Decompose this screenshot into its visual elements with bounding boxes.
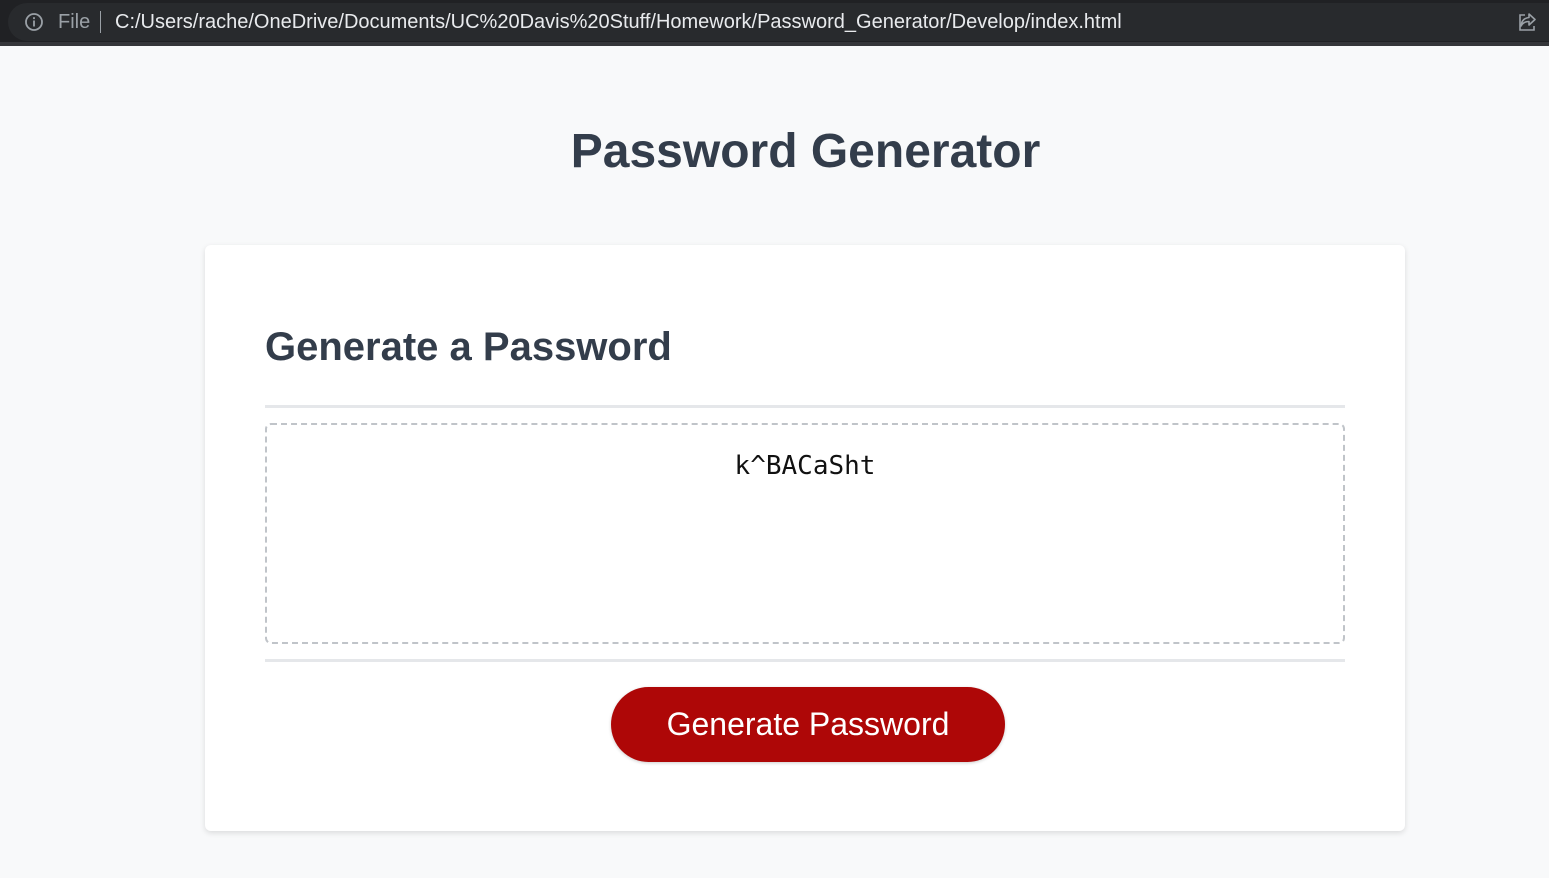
browser-toolbar: File C:/Users/rache/OneDrive/Documents/U… <box>0 0 1549 46</box>
password-output[interactable]: k^BACaSht <box>265 423 1345 644</box>
scheme-label: File <box>58 11 91 33</box>
share-icon[interactable] <box>1516 11 1538 33</box>
card-header: Generate a Password <box>265 325 672 369</box>
password-card: Generate a Password k^BACaSht Generate P… <box>205 245 1405 831</box>
page-title: Password Generator <box>570 125 1041 178</box>
address-divider <box>100 11 101 33</box>
card-divider-bottom <box>265 659 1345 662</box>
info-icon[interactable] <box>24 12 44 32</box>
card-divider-top <box>265 405 1345 408</box>
generate-password-button[interactable]: Generate Password <box>611 687 1005 762</box>
url-text[interactable]: C:/Users/rache/OneDrive/Documents/UC%20D… <box>115 11 1122 34</box>
